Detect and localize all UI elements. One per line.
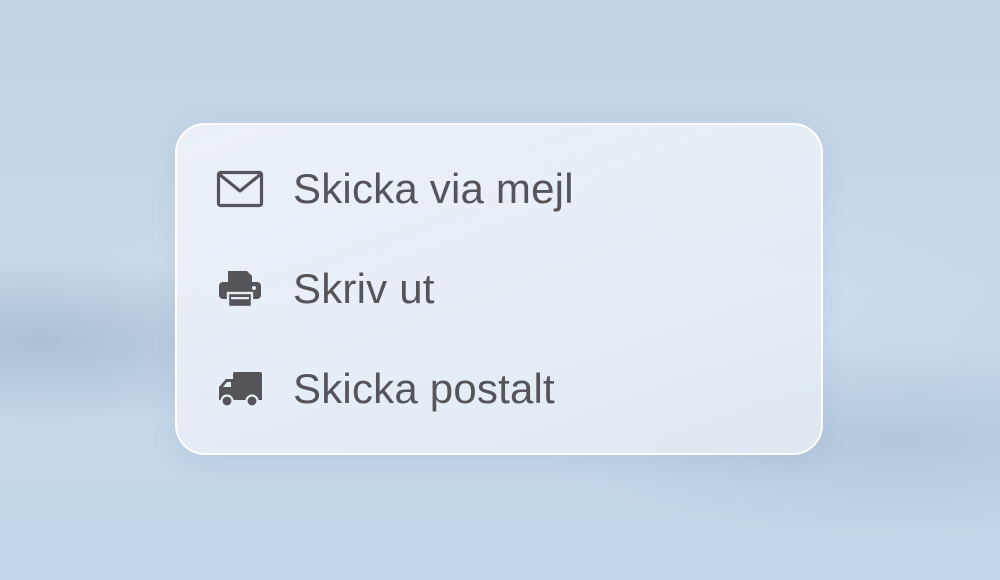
printer-icon (215, 269, 265, 309)
menu-item-label: Skicka via mejl (293, 165, 574, 212)
menu-item-label: Skicka postalt (293, 365, 555, 412)
envelope-icon (215, 169, 265, 209)
truck-icon (215, 369, 265, 409)
send-options-menu: Skicka via mejl Skriv ut Skicka postalt (175, 123, 823, 455)
menu-item-print[interactable]: Skriv ut (177, 239, 821, 339)
menu-item-label: Skriv ut (293, 265, 435, 312)
menu-item-send-email[interactable]: Skicka via mejl (177, 139, 821, 239)
menu-item-send-postal[interactable]: Skicka postalt (177, 339, 821, 439)
